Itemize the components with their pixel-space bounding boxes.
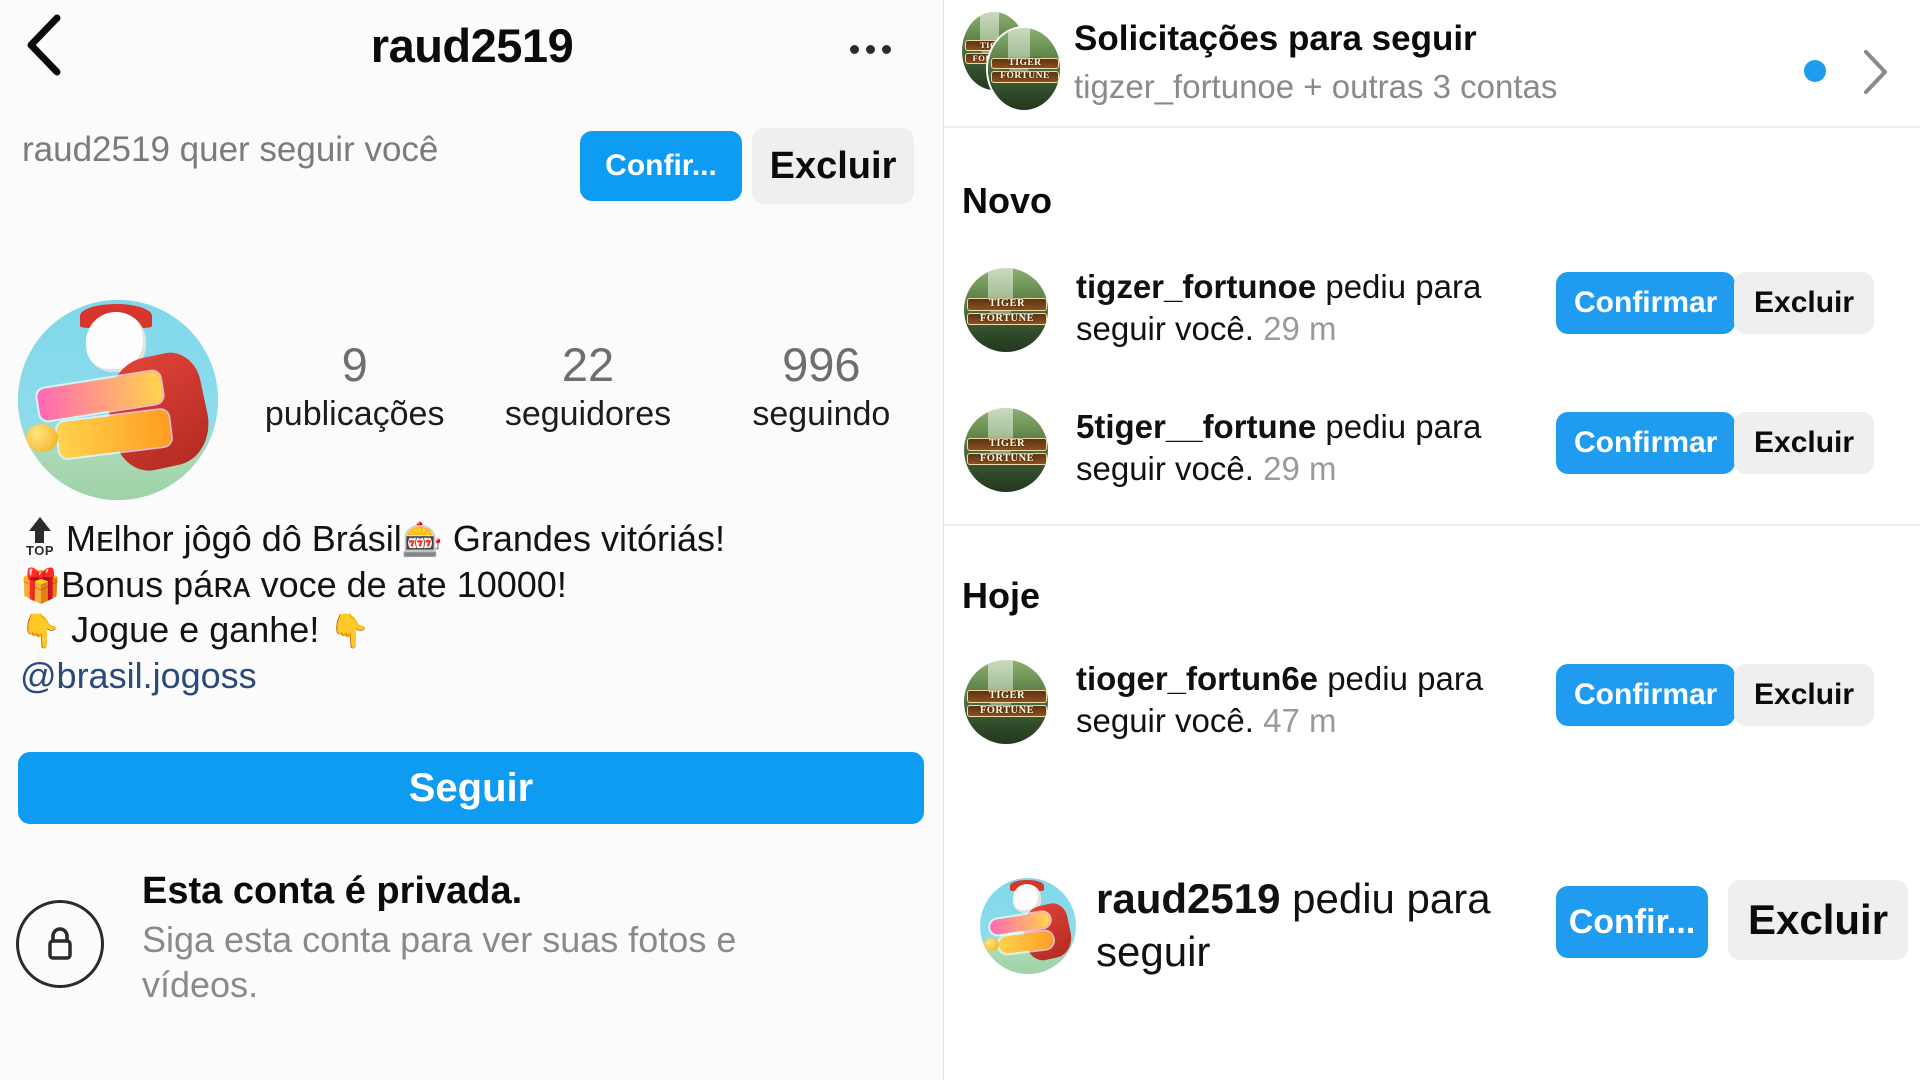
banner-confirm-button[interactable]: Confir... bbox=[580, 131, 742, 201]
profile-stats: 9 publicações 22 seguidores 996 seguindo bbox=[238, 340, 938, 439]
delete-button[interactable]: Excluir bbox=[1734, 272, 1875, 334]
confirm-button[interactable]: Confir... bbox=[1556, 886, 1708, 958]
avatar-artwork bbox=[18, 300, 218, 500]
request-text: 5tiger__fortune pediu para seguir você. … bbox=[1076, 406, 1516, 490]
request-text: tioger_fortun6e pediu para seguir você. … bbox=[1076, 658, 1516, 742]
request-text: raud2519 pediu para seguir bbox=[1096, 872, 1496, 979]
tiger-fortune-avatar-front: TIGER FORTUNE bbox=[986, 26, 1062, 112]
lock-icon bbox=[16, 900, 104, 988]
bio-mention-link[interactable]: @brasil.jogoss bbox=[20, 653, 930, 699]
private-texts: Esta conta é privada. Siga esta conta pa… bbox=[142, 866, 842, 1007]
more-options-icon[interactable] bbox=[840, 24, 900, 74]
tiger-fortune-avatar[interactable]: TIGER FORTUNE bbox=[964, 268, 1048, 352]
follow-request-text: raud2519 quer seguir você bbox=[22, 130, 439, 169]
tiger-fortune-avatar[interactable]: TIGER FORTUNE bbox=[964, 660, 1048, 744]
section-header-novo: Novo bbox=[962, 180, 1052, 221]
divider bbox=[944, 126, 1920, 128]
bio-line-2: 🎁Bonus páʀᴀ voce de ate 10000! bbox=[20, 562, 930, 608]
stat-label: publicações bbox=[264, 395, 445, 434]
profile-panel: raud2519 raud2519 quer seguir você Confi… bbox=[0, 0, 944, 1080]
avatar-artwork bbox=[980, 878, 1076, 974]
bio-line-3-text: Jogue e ganhe! bbox=[61, 609, 330, 651]
bio-line-1-text: Mᴇlhor jôgô dô Brásil bbox=[66, 518, 402, 559]
slot-machine-emoji: 🎰 bbox=[401, 521, 443, 558]
banner-delete-button[interactable]: Excluir bbox=[752, 128, 914, 204]
screenshot-root: raud2519 raud2519 quer seguir você Confi… bbox=[0, 0, 1920, 1080]
chevron-right-icon[interactable] bbox=[1860, 48, 1890, 101]
confirm-button[interactable]: Confirmar bbox=[1556, 664, 1736, 726]
top-arrow-emoji: TOP bbox=[20, 517, 60, 561]
bio-line-1-tail: Grandes vitóriás! bbox=[442, 518, 725, 559]
request-username[interactable]: 5tiger__fortune bbox=[1076, 408, 1316, 445]
request-row-highlighted: raud2519 pediu para seguir Confir... Exc… bbox=[944, 860, 1920, 1020]
stat-value: 22 bbox=[561, 338, 615, 391]
request-username[interactable]: tioger_fortun6e bbox=[1076, 660, 1318, 697]
request-time: 29 m bbox=[1263, 449, 1337, 487]
request-username[interactable]: tigzer_fortunoe bbox=[1076, 268, 1316, 305]
stat-seguindo[interactable]: 996 seguindo bbox=[705, 340, 938, 439]
stat-label: seguidores bbox=[504, 395, 672, 434]
unread-dot bbox=[1804, 60, 1826, 82]
request-row: TIGER FORTUNE tigzer_fortunoe pediu para … bbox=[944, 258, 1920, 374]
requests-header[interactable]: TIGERFORTUNE TIGERFORTUNE Solicitações p… bbox=[944, 0, 1920, 118]
point-down-emoji: 👇 bbox=[20, 612, 62, 650]
follow-button[interactable]: Seguir bbox=[18, 752, 924, 824]
request-text: tigzer_fortunoe pediu para seguir você. … bbox=[1076, 266, 1516, 350]
delete-button[interactable]: Excluir bbox=[1728, 880, 1909, 960]
stat-seguidores[interactable]: 22 seguidores bbox=[471, 340, 704, 439]
stat-label: seguindo bbox=[752, 395, 891, 434]
divider bbox=[944, 524, 1920, 526]
profile-header: raud2519 bbox=[0, 0, 944, 104]
profile-bio: TOP Mᴇlhor jôgô dô Brásil🎰 Grandes vitór… bbox=[20, 516, 930, 699]
tiger-fortune-avatar[interactable]: TIGER FORTUNE bbox=[964, 408, 1048, 492]
confirm-button[interactable]: Confirmar bbox=[1556, 412, 1736, 474]
request-username[interactable]: raud2519 bbox=[1096, 875, 1280, 922]
bio-line-2-text: Bonus páʀᴀ voce de ate 10000! bbox=[61, 563, 567, 605]
bio-line-3: 👇 Jogue e ganhe! 👇 bbox=[20, 607, 930, 653]
stat-value: 9 bbox=[341, 338, 368, 391]
requests-avatar-stack: TIGERFORTUNE TIGERFORTUNE bbox=[962, 12, 1062, 112]
private-account-notice: Esta conta é privada. Siga esta conta pa… bbox=[16, 866, 918, 1007]
section-header-hoje: Hoje bbox=[962, 575, 1041, 616]
requests-subtitle: tigzer_fortunoe + outras 3 contas bbox=[1074, 67, 1558, 105]
private-title: Esta conta é privada. bbox=[142, 870, 523, 912]
request-time: 47 m bbox=[1263, 701, 1337, 739]
point-down-emoji-2: 👇 bbox=[329, 612, 371, 650]
requests-panel: TIGERFORTUNE TIGERFORTUNE Solicitações p… bbox=[944, 0, 1920, 1080]
confirm-button[interactable]: Confirmar bbox=[1556, 272, 1736, 334]
follow-request-banner: raud2519 quer seguir você Confir... Excl… bbox=[0, 128, 944, 228]
private-subtitle: Siga esta conta para ver suas fotos e ví… bbox=[142, 919, 737, 1006]
requests-header-texts: Solicitações para seguir tigzer_fortunoe… bbox=[1074, 16, 1557, 108]
avatar[interactable] bbox=[18, 300, 218, 500]
gift-emoji: 🎁 bbox=[20, 566, 62, 604]
bio-line-1: TOP Mᴇlhor jôgô dô Brásil🎰 Grandes vitór… bbox=[20, 516, 930, 562]
delete-button[interactable]: Excluir bbox=[1734, 664, 1875, 726]
requests-title: Solicitações para seguir bbox=[1074, 19, 1477, 58]
page-title: raud2519 bbox=[370, 19, 574, 72]
request-time: 29 m bbox=[1263, 309, 1337, 347]
stat-publicacoes[interactable]: 9 publicações bbox=[238, 340, 471, 439]
stat-value: 996 bbox=[782, 338, 861, 391]
request-row: TIGER FORTUNE tioger_fortun6e pediu para … bbox=[944, 650, 1920, 766]
delete-button[interactable]: Excluir bbox=[1734, 412, 1875, 474]
request-row: TIGER FORTUNE 5tiger__fortune pediu para … bbox=[944, 398, 1920, 514]
profile-avatar-raud2519[interactable] bbox=[980, 878, 1076, 974]
